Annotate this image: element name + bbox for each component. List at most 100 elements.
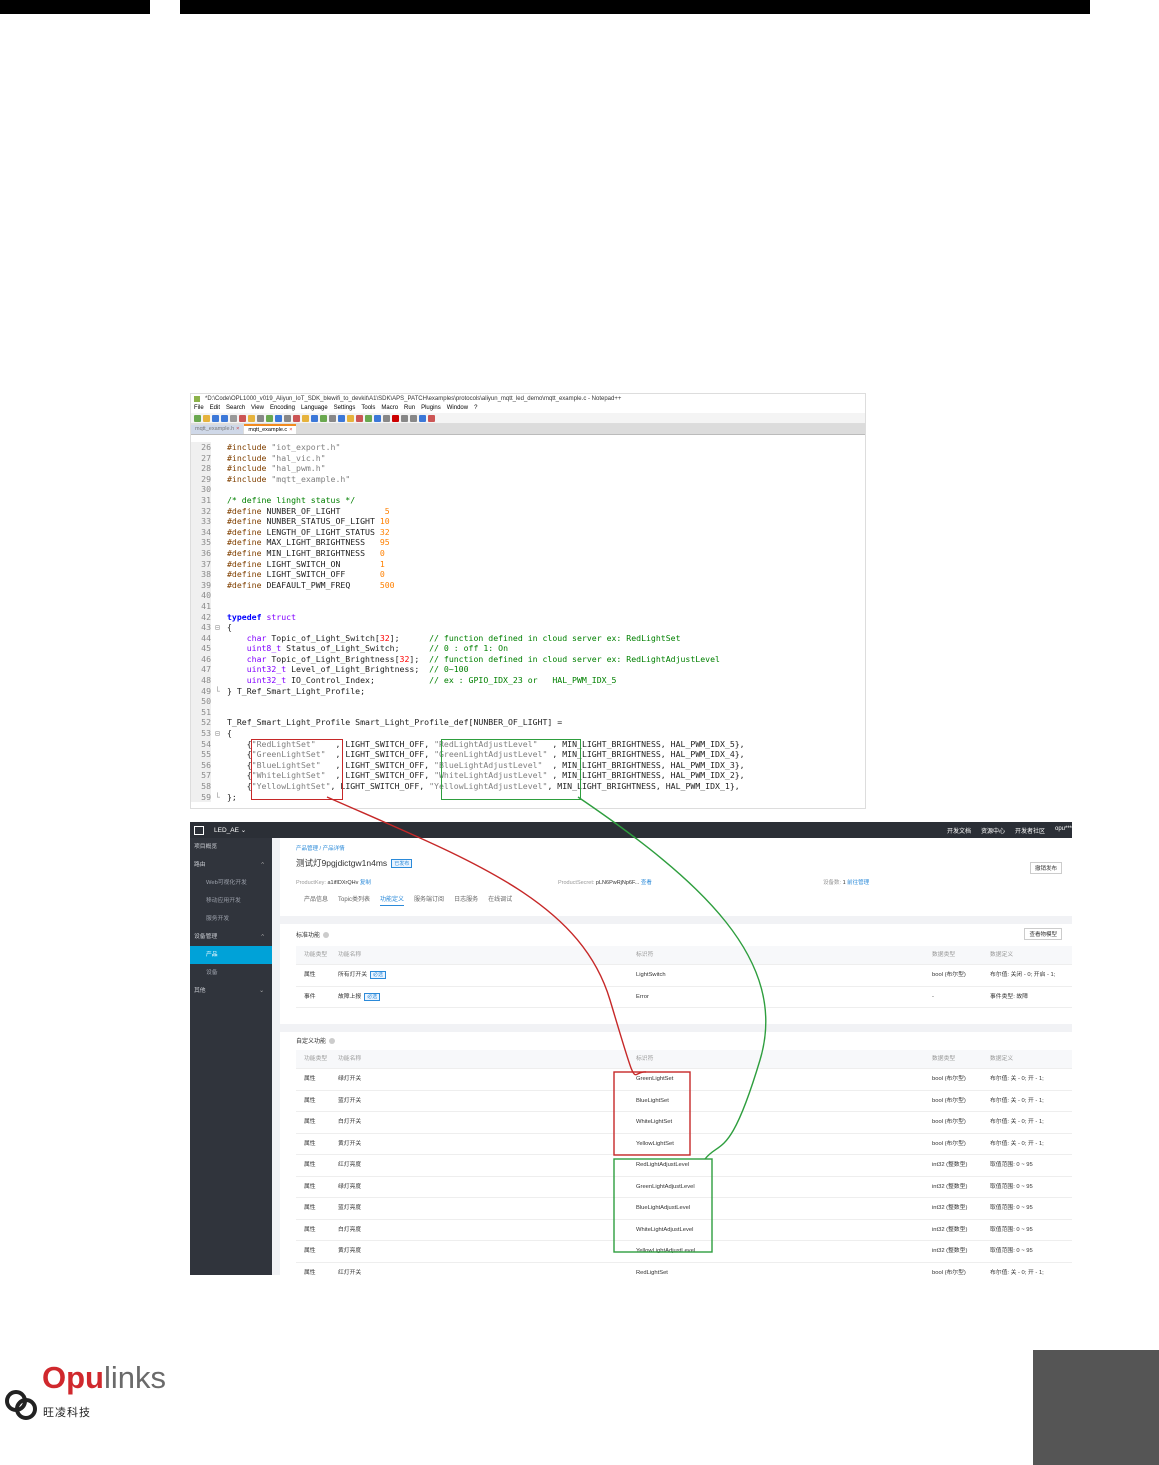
tab[interactable]: 日志服务 bbox=[454, 894, 478, 906]
top-link[interactable]: 开发者社区 bbox=[1015, 826, 1045, 835]
sidebar-item[interactable]: 项目概览 bbox=[190, 838, 272, 856]
line-number: 49 bbox=[191, 685, 211, 697]
tab[interactable]: 服务端订阅 bbox=[414, 894, 444, 906]
line-number: 52 bbox=[191, 717, 211, 729]
menu-item[interactable]: View bbox=[251, 405, 264, 411]
fold-marker-icon[interactable]: ⊟ bbox=[215, 622, 223, 633]
toolbar-icon[interactable] bbox=[338, 414, 345, 422]
project-selector[interactable]: LED_AE ⌄ bbox=[214, 826, 246, 834]
sidebar-item[interactable]: Web可视化开发 bbox=[190, 874, 272, 892]
view-model-button[interactable]: 查看物模型 bbox=[1024, 928, 1062, 940]
toolbar-icon[interactable] bbox=[284, 414, 291, 422]
close-icon[interactable]: × bbox=[236, 426, 239, 432]
menu-item[interactable]: File bbox=[194, 405, 204, 411]
table-cell: 属性 bbox=[304, 1069, 316, 1090]
fold-marker-icon[interactable]: ⊟ bbox=[215, 728, 223, 739]
code-text: #define NUNBER_STATUS_OF_LIGHT 10 bbox=[227, 516, 390, 527]
menu-item[interactable]: Search bbox=[226, 405, 245, 411]
sidebar-item[interactable]: 产品 bbox=[190, 946, 272, 964]
sidebar-item[interactable]: 设备 bbox=[190, 964, 272, 982]
help-icon[interactable] bbox=[329, 1038, 336, 1045]
menu-item[interactable]: Language bbox=[301, 405, 328, 411]
sidebar-item[interactable]: 移动应用开发 bbox=[190, 892, 272, 910]
tab[interactable]: 产品信息 bbox=[304, 894, 328, 906]
toolbar-icon[interactable] bbox=[194, 414, 201, 422]
window-title: *D:\Code\OPL1000_v019_Aliyun_IoT_SDK_ble… bbox=[191, 394, 865, 404]
toolbar-icon[interactable] bbox=[383, 414, 390, 422]
menu-item[interactable]: Plugins bbox=[421, 405, 441, 411]
help-icon[interactable] bbox=[323, 932, 330, 939]
toolbar-icon[interactable] bbox=[221, 414, 228, 422]
tab-mqtt-example-h[interactable]: mqtt_example.h × bbox=[191, 425, 244, 434]
unpublish-button[interactable]: 撤销发布 bbox=[1029, 862, 1062, 874]
toolbar-icon[interactable] bbox=[248, 414, 255, 422]
code-line: 39 #define DEAFAULT_PWM_FREQ 500 bbox=[191, 579, 865, 591]
cell-text: WhiteLightSet bbox=[636, 1119, 673, 1125]
sidebar-item[interactable]: 设备管理 ^ bbox=[190, 928, 272, 946]
close-icon[interactable]: × bbox=[289, 427, 292, 433]
table-cell: WhiteLightAdjustLevel bbox=[636, 1220, 693, 1241]
toolbar-icon[interactable] bbox=[257, 414, 264, 422]
toolbar-icon[interactable] bbox=[428, 414, 435, 422]
fold-marker-icon[interactable]: └ bbox=[215, 792, 223, 803]
toolbar-icon[interactable] bbox=[203, 414, 210, 422]
toolbar-icon[interactable] bbox=[239, 414, 246, 422]
sidebar-item[interactable]: 服务开发 bbox=[190, 910, 272, 928]
code-line: 35 #define MAX_LIGHT_BRIGHTNESS 95 bbox=[191, 537, 865, 548]
table-cell: 红灯亮度 bbox=[338, 1155, 361, 1176]
toolbar-icon[interactable] bbox=[374, 414, 381, 422]
menu-item[interactable]: Settings bbox=[334, 405, 356, 411]
fold-marker-icon[interactable]: └ bbox=[215, 686, 223, 697]
product-secret: ProductSecret: pLN6PwRjNp6F... 查看 bbox=[558, 880, 652, 886]
table-row: 属性 蓝灯亮度 BlueLightAdjustLevel int32 (整数型) 取值范… bbox=[296, 1198, 1072, 1220]
toolbar-icon[interactable] bbox=[356, 414, 363, 422]
toolbar-icon[interactable] bbox=[419, 414, 426, 422]
toolbar-icon[interactable] bbox=[320, 414, 327, 422]
top-link[interactable]: 开发文档 bbox=[947, 826, 971, 835]
cell-text: 布尔值: 关 - 0; 开 - 1; bbox=[990, 1076, 1044, 1082]
top-link[interactable]: 资源中心 bbox=[981, 826, 1005, 835]
console-topbar: LED_AE ⌄ 开发文档 资源中心 开发者社区 opu*** bbox=[190, 822, 1072, 838]
menu-item[interactable]: Encoding bbox=[270, 405, 295, 411]
toolbar-icon[interactable] bbox=[266, 414, 273, 422]
line-number: 33 bbox=[191, 516, 211, 527]
toolbar-icon[interactable] bbox=[392, 414, 399, 422]
table-cell: int32 (整数型) bbox=[932, 1220, 967, 1241]
breadcrumb[interactable]: 产品管理 / 产品详情 bbox=[296, 844, 345, 852]
tab[interactable]: Topic类列表 bbox=[338, 894, 370, 906]
tab-mqtt-example-c[interactable]: mqtt_example.c × bbox=[244, 424, 297, 434]
toolbar-icon[interactable] bbox=[347, 414, 354, 422]
toolbar-icon[interactable] bbox=[212, 414, 219, 422]
toolbar-icon[interactable] bbox=[311, 414, 318, 422]
logo-chinese-name: 旺凌科技 bbox=[43, 1407, 91, 1419]
table-cell: 布尔值: 关 - 0; 开 - 1; bbox=[990, 1112, 1044, 1133]
table-cell: 取值范围: 0 ~ 95 bbox=[990, 1198, 1033, 1219]
menu-item[interactable]: Run bbox=[404, 405, 415, 411]
sidebar-item[interactable]: 其他 ⌄ bbox=[190, 982, 272, 1000]
toolbar-icon[interactable] bbox=[329, 414, 336, 422]
menu-item[interactable]: Window bbox=[447, 405, 468, 411]
toolbar-icon[interactable] bbox=[293, 414, 300, 422]
top-link[interactable]: opu*** bbox=[1055, 826, 1072, 835]
toolbar-icon[interactable] bbox=[275, 414, 282, 422]
toolbar-icon[interactable] bbox=[302, 414, 309, 422]
toolbar-icon[interactable] bbox=[410, 414, 417, 422]
tab[interactable]: 功能定义 bbox=[380, 894, 405, 906]
toolbar-icon[interactable] bbox=[401, 414, 408, 422]
top-links: 开发文档 资源中心 开发者社区 opu*** bbox=[947, 826, 1072, 835]
show-secret-link[interactable]: 查看 bbox=[641, 880, 652, 886]
menu-item[interactable]: ? bbox=[474, 405, 477, 411]
toolbar-icon[interactable] bbox=[365, 414, 372, 422]
line-number: 56 bbox=[191, 759, 211, 771]
menu-item[interactable]: Edit bbox=[210, 405, 220, 411]
tab[interactable]: 在线调试 bbox=[488, 894, 512, 906]
goto-manage-link[interactable]: 前往管理 bbox=[847, 880, 869, 886]
menu-item[interactable]: Tools bbox=[361, 405, 375, 411]
copy-link[interactable]: 复制 bbox=[360, 880, 371, 886]
sidebar-item[interactable]: 路由 ^ bbox=[190, 856, 272, 874]
code-text: #define MAX_LIGHT_BRIGHTNESS 95 bbox=[227, 537, 390, 548]
menu-item[interactable]: Macro bbox=[381, 405, 398, 411]
toolbar-icon[interactable] bbox=[230, 414, 237, 422]
console-logo-icon[interactable] bbox=[194, 826, 204, 835]
table-row: 属性 绿灯亮度 GreenLightAdjustLevel int32 (整数型) 取值… bbox=[296, 1177, 1072, 1198]
